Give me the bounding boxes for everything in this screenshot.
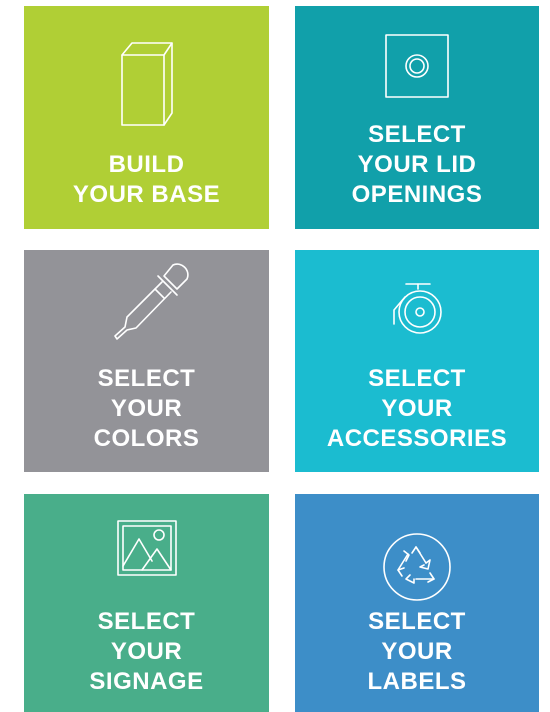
box-icon bbox=[120, 41, 174, 127]
caster-wheel-icon bbox=[386, 280, 448, 336]
select-labels-tile[interactable]: SELECT YOUR LABELS bbox=[295, 494, 539, 712]
select-colors-tile[interactable]: SELECT YOUR COLORS bbox=[24, 250, 269, 472]
tile-label: SELECT YOUR COLORS bbox=[93, 365, 200, 452]
lid-opening-icon bbox=[384, 33, 450, 99]
tile-label: SELECT YOUR LABELS bbox=[367, 608, 467, 695]
tile-label: SELECT YOUR SIGNAGE bbox=[89, 608, 204, 695]
tile-label: BUILD YOUR BASE bbox=[72, 151, 221, 208]
image-icon bbox=[116, 519, 178, 577]
select-lid-openings-tile[interactable]: SELECT YOUR LID OPENINGS bbox=[295, 6, 539, 229]
tile-label: SELECT YOUR ACCESSORIES bbox=[326, 365, 508, 452]
select-accessories-tile[interactable]: SELECT YOUR ACCESSORIES bbox=[295, 250, 539, 472]
tile-label: SELECT YOUR LID OPENINGS bbox=[351, 121, 483, 208]
build-your-base-tile[interactable]: BUILD YOUR BASE bbox=[24, 6, 269, 229]
recycle-icon bbox=[382, 532, 452, 602]
select-signage-tile[interactable]: SELECT YOUR SIGNAGE bbox=[24, 494, 269, 712]
eyedropper-icon bbox=[103, 262, 191, 346]
